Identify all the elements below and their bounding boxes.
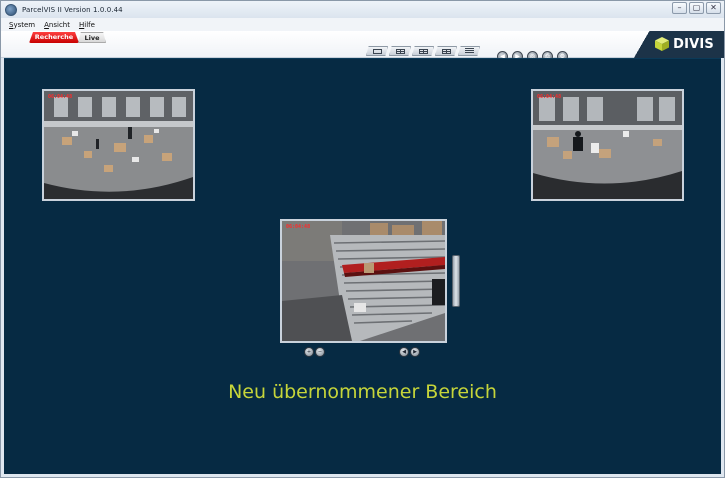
- next-icon: ▶: [413, 349, 417, 355]
- minimize-button[interactable]: –: [672, 2, 687, 14]
- camera-image-3: [282, 221, 445, 341]
- split-view-button[interactable]: [435, 46, 457, 56]
- close-button[interactable]: ✕: [706, 2, 721, 14]
- list-view-icon: [464, 48, 474, 54]
- zoom-out-icon: −: [317, 349, 323, 355]
- zoom-in-icon: +: [306, 349, 312, 355]
- camera-view-3[interactable]: 06:04:48: [280, 219, 447, 343]
- split-view-icon: [441, 48, 451, 54]
- menu-bar: System Ansicht Hilfe: [1, 18, 724, 31]
- divis-logo: DIVIS: [654, 33, 714, 55]
- maximize-button[interactable]: ▢: [689, 2, 704, 14]
- camera-scrollbar[interactable]: [452, 255, 460, 307]
- layout-button-group: [366, 46, 480, 56]
- app-icon: [5, 3, 17, 16]
- menu-system[interactable]: System: [9, 21, 35, 29]
- menu-ansicht[interactable]: Ansicht: [44, 21, 70, 29]
- logo-text: DIVIS: [673, 36, 714, 52]
- main-view: 06:04:48 06:04:48 06:04:48 + − ◀ ▶ Neu ü…: [4, 58, 721, 474]
- camera-timestamp-3: 06:04:48: [286, 224, 311, 230]
- camera-timestamp-1: 06:04:48: [48, 94, 73, 100]
- camera-timestamp-2: 06:04:48: [537, 94, 562, 100]
- zoom-in-button[interactable]: +: [304, 347, 314, 357]
- grid-view-button[interactable]: [389, 46, 411, 56]
- next-button[interactable]: ▶: [410, 347, 420, 357]
- list-view-button[interactable]: [458, 46, 480, 56]
- toolbar: Recherche Live ◀ ▶ ◎ ⎙ ⚙: [1, 31, 724, 62]
- tab-recherche[interactable]: Recherche: [29, 32, 79, 43]
- prev-button[interactable]: ◀: [399, 347, 409, 357]
- area-caption: Neu übernommener Bereich: [228, 381, 497, 403]
- single-view-button[interactable]: [366, 46, 388, 56]
- window-title: ParcelVIS II Version 1.0.0.44: [22, 5, 123, 14]
- menu-hilfe[interactable]: Hilfe: [79, 21, 95, 29]
- prev-icon: ◀: [402, 349, 406, 355]
- logo-cube-icon: [655, 37, 670, 51]
- zoom-controls: + −: [304, 347, 325, 357]
- multi-view-button[interactable]: [412, 46, 434, 56]
- camera-view-1[interactable]: 06:04:48: [42, 89, 195, 201]
- window-controls: – ▢ ✕: [672, 2, 721, 14]
- zoom-out-button[interactable]: −: [315, 347, 325, 357]
- grid-view-icon: [395, 48, 405, 54]
- single-view-icon: [372, 48, 382, 54]
- tab-live[interactable]: Live: [78, 32, 106, 43]
- title-bar: ParcelVIS II Version 1.0.0.44 – ▢ ✕: [1, 1, 724, 18]
- multi-view-icon: [418, 48, 428, 54]
- camera-image-1: [44, 91, 193, 199]
- camera-view-2[interactable]: 06:04:48: [531, 89, 684, 201]
- playback-controls: ◀ ▶: [399, 347, 420, 357]
- app-window: ParcelVIS II Version 1.0.0.44 – ▢ ✕ Syst…: [0, 0, 725, 478]
- camera-image-2: [533, 91, 682, 199]
